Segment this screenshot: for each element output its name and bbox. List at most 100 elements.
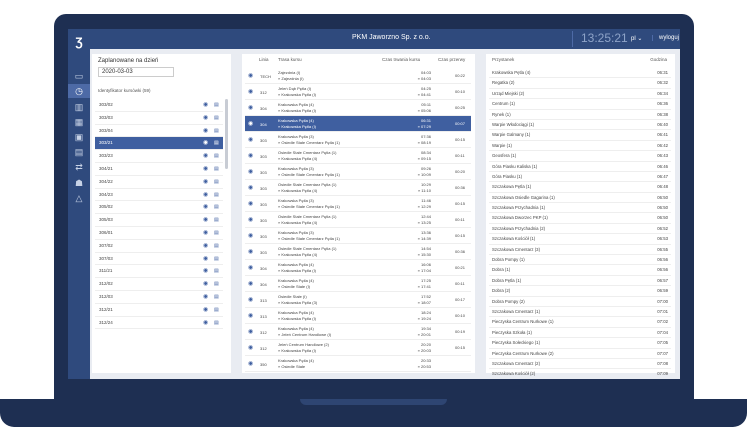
print-icon[interactable]: ▤: [214, 278, 219, 290]
eye-icon[interactable]: ◉: [203, 317, 208, 329]
list-item[interactable]: 303/02 ◉ ▤: [95, 99, 223, 112]
eye-icon[interactable]: ◉: [248, 120, 253, 127]
eye-icon[interactable]: ◉: [203, 189, 208, 201]
print-icon[interactable]: ▤: [214, 253, 219, 265]
eye-icon[interactable]: ◉: [203, 163, 208, 175]
eye-icon[interactable]: ◉: [248, 232, 253, 239]
eye-icon[interactable]: ◉: [248, 264, 253, 271]
eye-icon[interactable]: ◉: [248, 216, 253, 223]
table-row[interactable]: ◉ 303 Osiedle Stałe Cmentarz Pętla (1)» Kr…: [245, 180, 471, 196]
eye-icon[interactable]: ◉: [203, 150, 208, 162]
eye-icon[interactable]: ◉: [203, 291, 208, 303]
print-icon[interactable]: ▤: [214, 317, 219, 329]
table-row[interactable]: ◉ 304 Krakowska Pętla (4)» Krakowska Pętla…: [245, 100, 471, 116]
table-row[interactable]: ◉ 304 Krakowska Pętla (4)» Osiedle Stałe (…: [245, 276, 471, 292]
eye-icon[interactable]: ◉: [248, 72, 253, 79]
eye-icon[interactable]: ◉: [248, 328, 253, 335]
devices-icon[interactable]: ▣: [71, 130, 87, 144]
eye-icon[interactable]: ◉: [203, 137, 208, 149]
list-item[interactable]: 312/21 ◉ ▤: [95, 304, 223, 317]
print-icon[interactable]: ▤: [214, 176, 219, 188]
eye-icon[interactable]: ◉: [248, 136, 253, 143]
print-icon[interactable]: ▤: [214, 201, 219, 213]
eye-icon[interactable]: ◉: [248, 104, 253, 111]
list-item[interactable]: 306/01 ◉ ▤: [95, 227, 223, 240]
list-item[interactable]: 303/21 ◉ ▤: [95, 137, 223, 151]
eye-icon[interactable]: ◉: [248, 184, 253, 191]
table-row[interactable]: ◉ 303 Osiedle Stałe Cmentarz Pętla (1)» Kr…: [245, 244, 471, 260]
eye-icon[interactable]: ◉: [203, 240, 208, 252]
bus-icon[interactable]: ▤: [71, 145, 87, 159]
eye-icon[interactable]: ◉: [203, 265, 208, 277]
eye-icon[interactable]: ◉: [248, 312, 253, 319]
list-item[interactable]: 312/02 ◉ ▤: [95, 278, 223, 291]
eye-icon[interactable]: ◉: [203, 253, 208, 265]
print-icon[interactable]: ▤: [214, 150, 219, 162]
eye-icon[interactable]: ◉: [203, 304, 208, 316]
eye-icon[interactable]: ◉: [203, 227, 208, 239]
warning-icon[interactable]: △: [71, 191, 87, 205]
list-item[interactable]: 304/22 ◉ ▤: [95, 176, 223, 189]
clock-icon[interactable]: ◷: [68, 84, 90, 98]
monitor-icon[interactable]: ▭: [71, 69, 87, 83]
print-icon[interactable]: ▤: [214, 214, 219, 226]
table-row[interactable]: ◉ 303 Krakowska Pętla (3)» Osiedle Stałe C…: [245, 164, 471, 180]
list-item[interactable]: 311/21 ◉ ▤: [95, 265, 223, 279]
eye-icon[interactable]: ◉: [203, 214, 208, 226]
table-row[interactable]: ◉ TECH Zajezdnia (I)» Zajezdnia (I) 04:03» …: [245, 68, 471, 84]
list-item[interactable]: 303/04 ◉ ▤: [95, 125, 223, 138]
eye-icon[interactable]: ◉: [248, 152, 253, 159]
list-item[interactable]: 303/03 ◉ ▤: [95, 112, 223, 125]
list-item[interactable]: 312/24 ◉ ▤: [95, 317, 223, 330]
table-row[interactable]: ◉ 303 Osiedle Stałe Cmentarz Pętla (1)» Kr…: [245, 212, 471, 228]
logout-link[interactable]: wyloguj: [652, 35, 679, 41]
eye-icon[interactable]: ◉: [248, 280, 253, 287]
users-icon[interactable]: ☗: [71, 176, 87, 190]
eye-icon[interactable]: ◉: [203, 201, 208, 213]
calendar-icon[interactable]: ▦: [71, 115, 87, 129]
list-item[interactable]: 307/02 ◉ ▤: [95, 240, 223, 253]
table-row[interactable]: ◉ 303 Krakowska Pętla (3)» Osiedle Stałe C…: [245, 228, 471, 244]
eye-icon[interactable]: ◉: [248, 88, 253, 95]
list-item[interactable]: 304/23 ◉ ▤: [95, 189, 223, 202]
print-icon[interactable]: ▤: [214, 304, 219, 316]
eye-icon[interactable]: ◉: [203, 125, 208, 137]
table-row[interactable]: ◉ 303 Krakowska Pętla (3)» Osiedle Stałe C…: [245, 132, 471, 148]
eye-icon[interactable]: ◉: [203, 99, 208, 111]
eye-icon[interactable]: ◉: [248, 248, 253, 255]
list-item[interactable]: 305/03 ◉ ▤: [95, 214, 223, 227]
eye-icon[interactable]: ◉: [248, 168, 253, 175]
print-icon[interactable]: ▤: [214, 265, 219, 277]
print-icon[interactable]: ▤: [214, 112, 219, 124]
eye-icon[interactable]: ◉: [203, 176, 208, 188]
table-row[interactable]: ◉ 303 Krakowska Pętla (3)» Osiedle Stałe C…: [245, 196, 471, 212]
chart-icon[interactable]: ▥: [71, 100, 87, 114]
table-row[interactable]: ◉ 313 Krakowska Pętla (4)» Krakowska Pętla…: [245, 308, 471, 324]
list-item[interactable]: 304/21 ◉ ▤: [95, 163, 223, 176]
list-item[interactable]: 312/03 ◉ ▤: [95, 291, 223, 304]
print-icon[interactable]: ▤: [214, 227, 219, 239]
print-icon[interactable]: ▤: [214, 137, 219, 149]
language-select[interactable]: pl ⌄: [631, 35, 642, 42]
print-icon[interactable]: ▤: [214, 291, 219, 303]
table-row[interactable]: ◉ 304 Krakowska Pętla (4)» Krakowska Pętla…: [245, 116, 471, 132]
date-input[interactable]: 2020-03-03: [98, 67, 174, 77]
table-row[interactable]: ◉ 313 Osiedle Stałe (I)» Krakowska Pętla (…: [245, 292, 471, 308]
table-row[interactable]: ◉ 312 Krakowska Pętla (4)» Jeleń Centrum H…: [245, 324, 471, 340]
eye-icon[interactable]: ◉: [248, 200, 253, 207]
print-icon[interactable]: ▤: [214, 125, 219, 137]
table-row[interactable]: ◉ 303 Osiedle Stałe Cmentarz Pętla (1)» Kr…: [245, 148, 471, 164]
table-row[interactable]: ◉ 312 Jeleń Dąb Pętla (I)» Krakowska Pętla…: [245, 84, 471, 100]
list-item[interactable]: 305/02 ◉ ▤: [95, 201, 223, 215]
table-row[interactable]: ◉ 312 Jeleń Centrum Handlowe (2)» Krakowsk…: [245, 340, 471, 356]
print-icon[interactable]: ▤: [214, 240, 219, 252]
eye-icon[interactable]: ◉: [248, 296, 253, 303]
eye-icon[interactable]: ◉: [248, 360, 253, 367]
list-item[interactable]: 303/23 ◉ ▤: [95, 150, 223, 163]
print-icon[interactable]: ▤: [214, 99, 219, 111]
eye-icon[interactable]: ◉: [203, 112, 208, 124]
list-item[interactable]: 307/03 ◉ ▤: [95, 253, 223, 266]
table-row[interactable]: ◉ 304 Krakowska Pętla (4)» Krakowska Pętla…: [245, 260, 471, 276]
transfer-icon[interactable]: ⇄: [71, 160, 87, 174]
print-icon[interactable]: ▤: [214, 189, 219, 201]
